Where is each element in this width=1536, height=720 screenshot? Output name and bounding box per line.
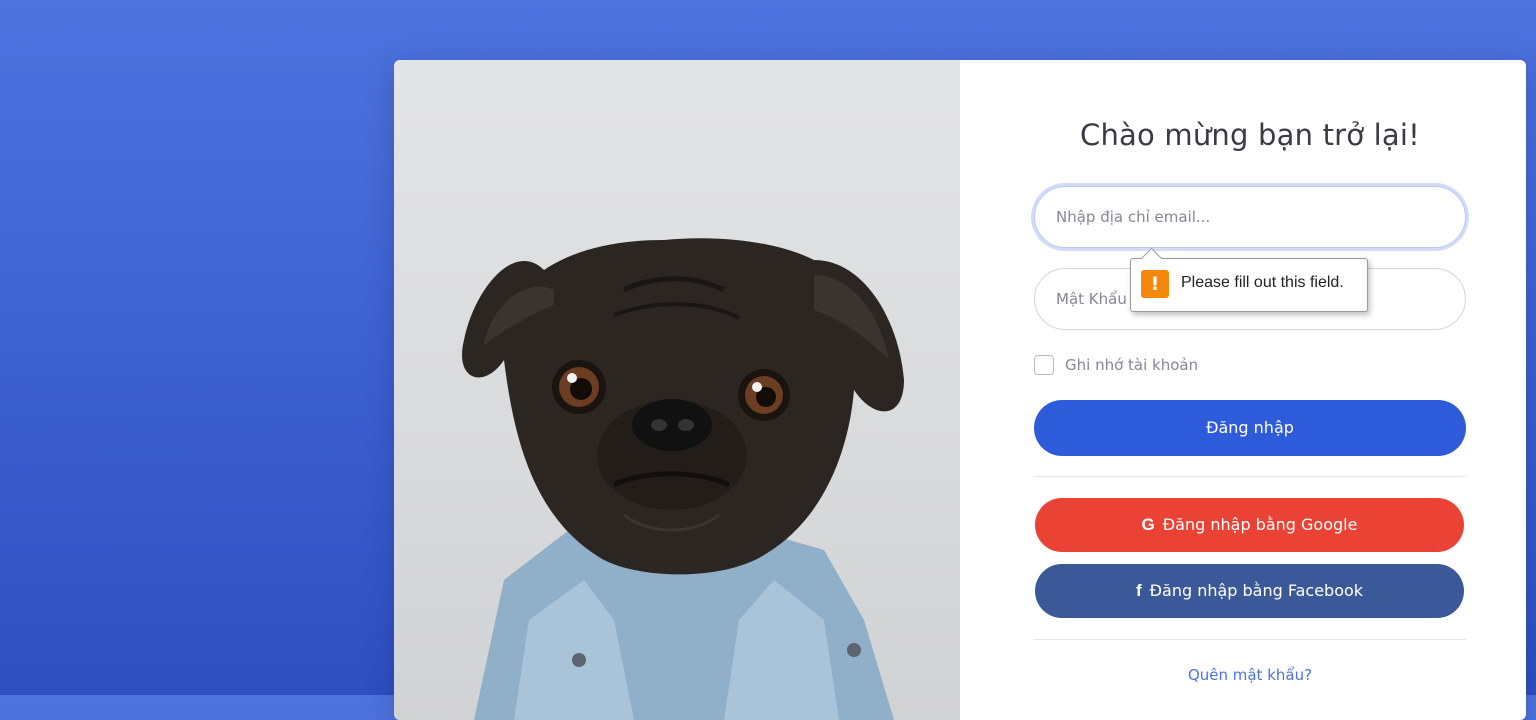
login-button[interactable]: Đăng nhập <box>1034 400 1466 456</box>
exclamation-warning-icon: ! <box>1141 270 1169 298</box>
facebook-icon: f <box>1135 581 1142 600</box>
login-button-label: Đăng nhập <box>1206 418 1294 437</box>
facebook-button-label: Đăng nhập bằng Facebook <box>1149 581 1364 600</box>
validation-message: Please fill out this field. <box>1181 274 1344 291</box>
remember-checkbox[interactable] <box>1034 355 1054 375</box>
page-title: Chào mừng bạn trở lại! <box>1080 118 1420 152</box>
login-form: Chào mừng bạn trở lại! Nhập địa chỉ emai… <box>1034 60 1466 684</box>
divider <box>1034 639 1466 640</box>
google-login-button[interactable]: G Đăng nhập bằng Google <box>1035 498 1464 552</box>
google-button-label: Đăng nhập bằng Google <box>1162 515 1358 534</box>
validation-tooltip: ! Please fill out this field. <box>1130 247 1368 312</box>
remember-label: Ghi nhớ tài khoản <box>1065 356 1199 374</box>
google-icon: G <box>1141 515 1155 534</box>
facebook-login-button[interactable]: f Đăng nhập bằng Facebook <box>1035 564 1464 618</box>
forgot-password-link[interactable]: Quên mật khẩu? <box>1034 666 1466 684</box>
pug-photo <box>394 60 960 720</box>
tooltip-arrow <box>1140 247 1163 270</box>
divider <box>1034 476 1466 477</box>
password-placeholder: Mật Khẩu <box>1056 290 1127 308</box>
remember-me[interactable]: Ghi nhớ tài khoản <box>1034 355 1198 375</box>
email-field[interactable]: Nhập địa chỉ email... <box>1034 186 1466 248</box>
login-card: Chào mừng bạn trở lại! Nhập địa chỉ emai… <box>394 60 1526 720</box>
email-placeholder: Nhập địa chỉ email... <box>1056 208 1211 226</box>
